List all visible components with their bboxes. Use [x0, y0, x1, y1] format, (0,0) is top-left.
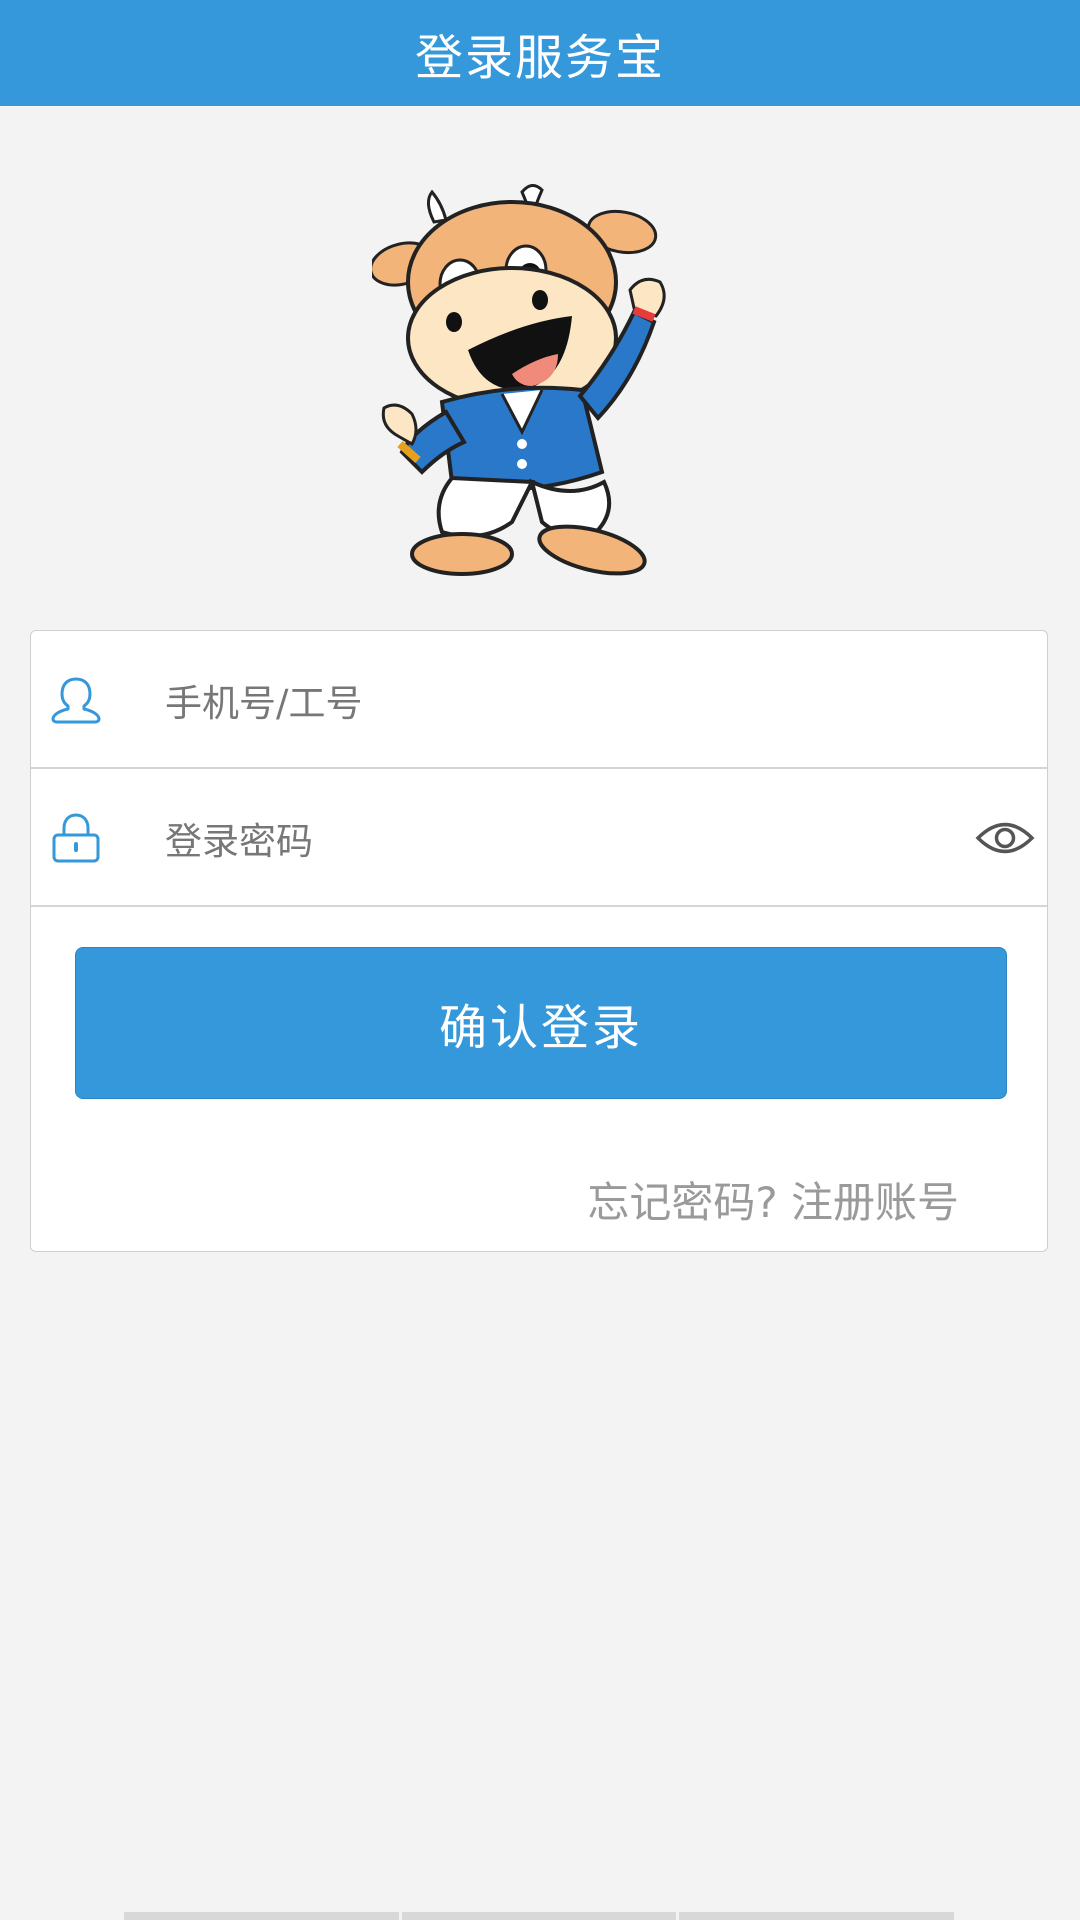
user-icon	[51, 677, 101, 724]
lock-icon	[52, 813, 100, 863]
account-input[interactable]: 手机号/工号	[165, 631, 362, 769]
cow-mascot-logo	[372, 184, 666, 576]
account-links: 忘记密码? 注册账号	[587, 1169, 959, 1230]
register-link[interactable]: 注册账号	[791, 1178, 959, 1227]
bottom-indicator	[124, 1912, 954, 1920]
login-button[interactable]: 确认登录	[75, 947, 1007, 1099]
password-row[interactable]: 登录密码	[31, 769, 1047, 907]
password-input[interactable]: 登录密码	[165, 769, 313, 907]
page-header: 登录服务宝	[0, 0, 1080, 106]
indicator-segment	[402, 1912, 680, 1920]
indicator-segment	[679, 1912, 954, 1920]
forgot-password-link[interactable]: 忘记密码?	[587, 1178, 777, 1227]
eye-icon[interactable]	[975, 813, 1035, 863]
login-card: 手机号/工号 登录密码 确认登录 忘记密码? 注册账号	[30, 630, 1048, 1252]
indicator-segment	[124, 1912, 402, 1920]
page-title: 登录服务宝	[414, 30, 665, 86]
account-row[interactable]: 手机号/工号	[31, 631, 1047, 769]
